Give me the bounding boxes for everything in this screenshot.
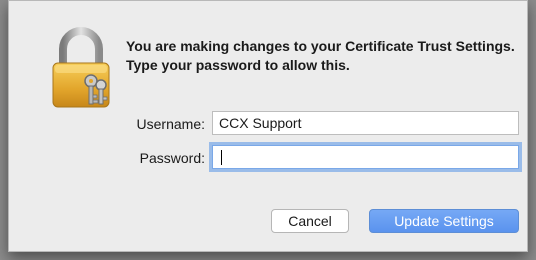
padlock-with-keys-icon [45, 27, 117, 109]
text-caret [221, 150, 222, 165]
cancel-button[interactable]: Cancel [271, 209, 349, 233]
password-field[interactable] [212, 145, 519, 169]
dialog-message: You are making changes to your Certifica… [126, 38, 515, 73]
username-field[interactable]: CCX Support [212, 111, 519, 135]
update-settings-button[interactable]: Update Settings [369, 209, 519, 233]
username-label: Username: [136, 116, 205, 132]
password-label: Password: [139, 150, 205, 166]
authorization-dialog: You are making changes to your Certifica… [8, 0, 528, 252]
